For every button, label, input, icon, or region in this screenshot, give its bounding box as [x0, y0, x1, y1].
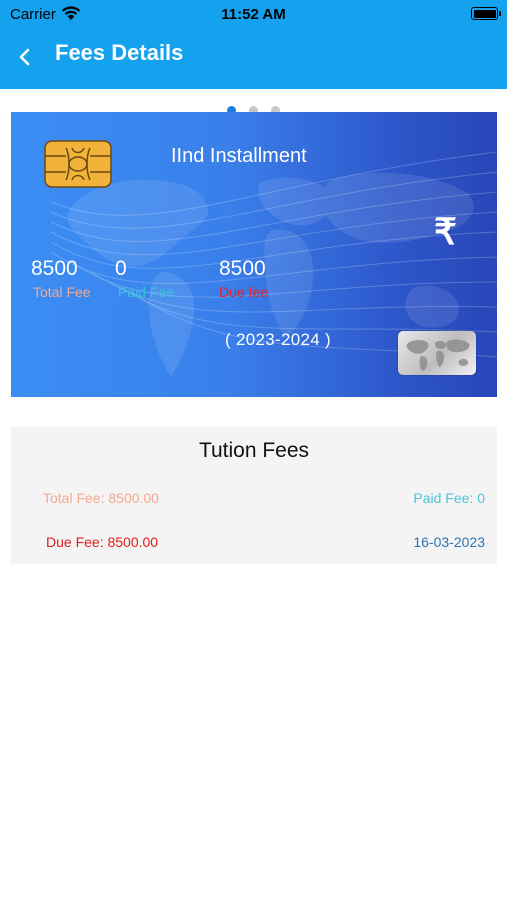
payment-date: 16-03-2023 — [413, 534, 485, 550]
world-map-badge-icon — [398, 331, 476, 375]
paid-fee-text: Paid Fee: 0 — [413, 490, 485, 506]
tuition-fees-panel[interactable]: Tution Fees Total Fee: 8500.00 Paid Fee:… — [11, 427, 497, 564]
status-bar: Carrier 11:52 AM — [0, 0, 507, 30]
installment-title: IInd Installment — [171, 145, 307, 167]
due-fee-text: Due Fee: 8500.00 — [46, 534, 159, 550]
navigation-bar: Carrier 11:52 AM Fees Details — [0, 0, 507, 89]
due-fee-value: 8500 — [219, 257, 266, 280]
card-chip-icon — [44, 140, 112, 188]
paid-fee-label: Paid Fee — [118, 284, 175, 300]
back-chevron-icon[interactable] — [14, 45, 36, 69]
page-title: Fees Details — [55, 40, 184, 65]
rupee-icon: ₹ — [434, 211, 457, 252]
total-fee-value: 8500 — [31, 257, 78, 280]
paid-fee-value: 0 — [115, 257, 127, 280]
clock: 11:52 AM — [221, 6, 286, 23]
fees-details-screen: Carrier 11:52 AM Fees Details IInd Insta… — [0, 0, 507, 900]
academic-year: ( 2023-2024 ) — [225, 330, 331, 349]
total-fee-text: Total Fee: 8500.00 — [43, 490, 159, 506]
installment-card[interactable]: IInd Installment ₹ 8500 Total Fee 0 Paid… — [11, 112, 497, 397]
battery-icon — [471, 7, 501, 20]
total-fee-label: Total Fee — [33, 284, 91, 300]
due-fee-label: Due fee — [219, 284, 269, 300]
panel-title: Tution Fees — [198, 439, 310, 462]
